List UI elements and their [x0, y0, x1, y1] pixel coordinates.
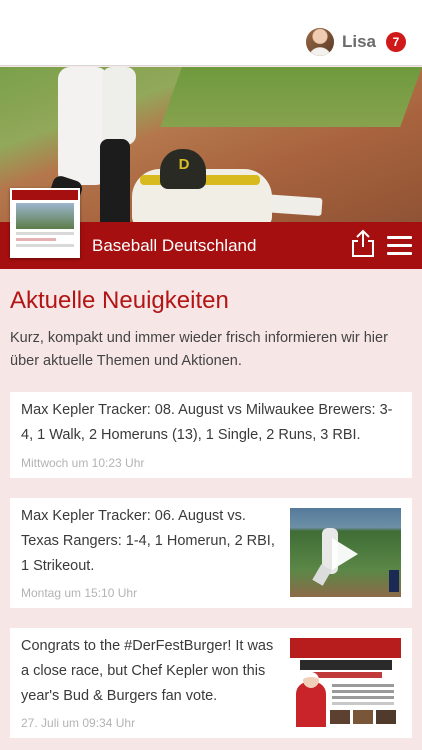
- top-bar: Lisa 7: [0, 0, 422, 66]
- video-thumbnail[interactable]: [290, 508, 401, 597]
- news-card[interactable]: Max Kepler Tracker: 06. August vs. Texas…: [10, 498, 412, 608]
- site-title: Baseball Deutschland: [92, 236, 257, 255]
- news-timestamp: Montag um 15:10 Uhr: [21, 586, 138, 600]
- username[interactable]: Lisa: [342, 32, 376, 52]
- play-icon[interactable]: [332, 538, 358, 570]
- share-icon[interactable]: [350, 228, 376, 258]
- news-card[interactable]: Congrats to the #DerFestBurger! It was a…: [10, 628, 412, 738]
- notification-badge[interactable]: 7: [386, 32, 406, 52]
- news-timestamp: 27. Juli um 09:34 Uhr: [21, 716, 136, 730]
- hamburger-menu-icon[interactable]: [387, 236, 412, 256]
- news-title[interactable]: Max Kepler Tracker: 08. August vs Milwau…: [21, 398, 401, 448]
- section-intro: Kurz, kompakt und immer wieder frisch in…: [10, 330, 388, 369]
- section-heading: Aktuelle Neuigkeiten: [10, 287, 229, 314]
- news-title[interactable]: Congrats to the #DerFestBurger! It was a…: [21, 634, 283, 709]
- image-thumbnail[interactable]: [290, 638, 401, 727]
- user-menu[interactable]: Lisa 7: [305, 28, 406, 56]
- news-title[interactable]: Max Kepler Tracker: 06. August vs. Texas…: [21, 504, 283, 579]
- avatar[interactable]: [305, 28, 334, 56]
- site-thumbnail[interactable]: [10, 188, 80, 258]
- news-timestamp: Mittwoch um 10:23 Uhr: [21, 456, 145, 470]
- news-card[interactable]: Max Kepler Tracker: 08. August vs Milwau…: [10, 392, 412, 478]
